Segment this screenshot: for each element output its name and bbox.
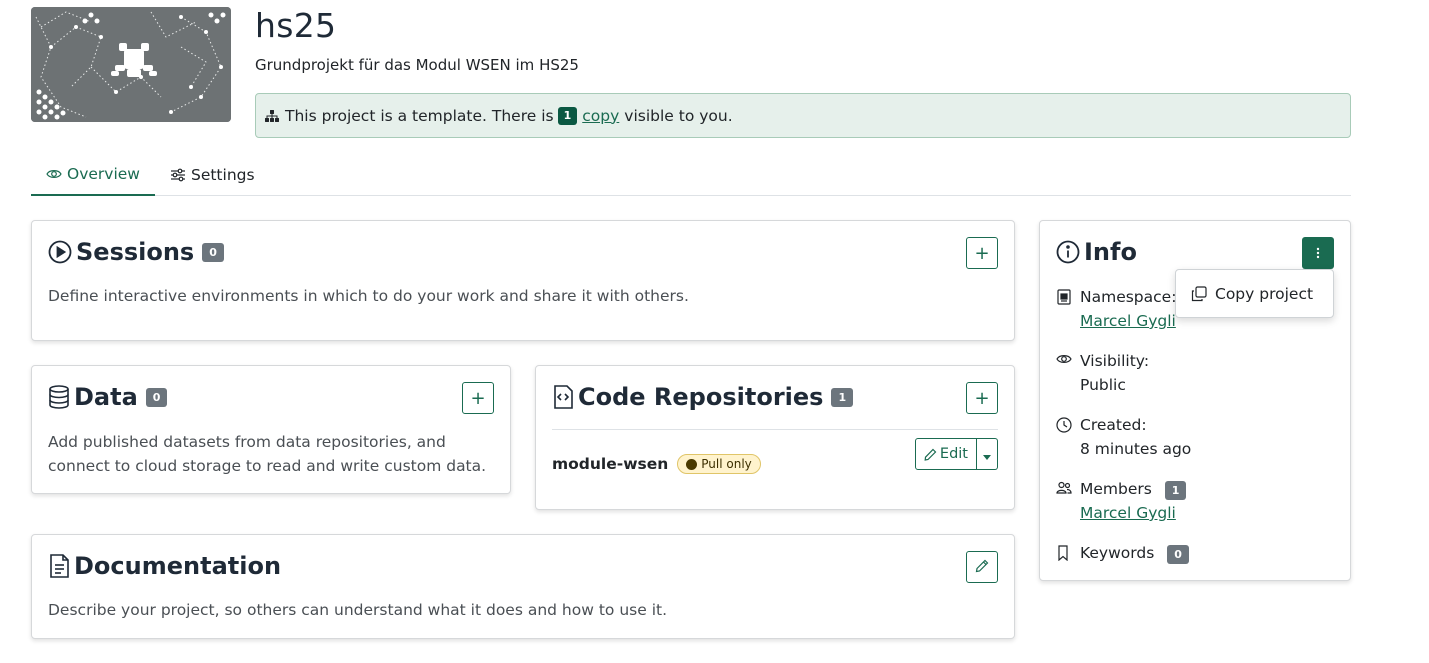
edit-documentation-button[interactable] bbox=[966, 551, 998, 583]
data-count-badge: 0 bbox=[145, 387, 168, 407]
kebab-vertical-icon bbox=[1316, 244, 1320, 263]
visibility-value: Public bbox=[1080, 376, 1126, 394]
eye-icon bbox=[1056, 349, 1072, 397]
copy-project-menu-item[interactable]: Copy project bbox=[1191, 285, 1313, 303]
sitemap-icon bbox=[265, 109, 279, 123]
created-value: 8 minutes ago bbox=[1080, 440, 1192, 458]
info-created: Created: 8 minutes ago bbox=[1056, 413, 1191, 461]
divider bbox=[552, 429, 998, 430]
code-repositories-count-badge: 1 bbox=[831, 387, 854, 407]
file-text-icon bbox=[48, 554, 70, 578]
tab-settings[interactable]: Settings bbox=[155, 153, 270, 196]
member-link[interactable]: Marcel Gygli bbox=[1080, 504, 1176, 522]
project-banner-image bbox=[31, 7, 231, 122]
created-label: Created: bbox=[1080, 416, 1147, 434]
info-keywords: Keywords 0 bbox=[1056, 541, 1189, 565]
data-header: Data 0 bbox=[48, 383, 168, 411]
clock-icon bbox=[1056, 413, 1072, 461]
eye-icon bbox=[46, 168, 62, 180]
template-alert-text-after: visible to you. bbox=[624, 106, 733, 125]
copy-project-label: Copy project bbox=[1215, 284, 1314, 303]
documentation-title: Documentation bbox=[74, 552, 282, 580]
sessions-title: Sessions bbox=[76, 238, 195, 266]
database-icon bbox=[48, 385, 70, 409]
code-repositories-header: Code Repositories 1 bbox=[552, 383, 854, 411]
members-label: Members bbox=[1080, 480, 1152, 498]
tab-settings-label: Settings bbox=[190, 165, 255, 184]
namespace-label: Namespace: bbox=[1080, 288, 1177, 306]
code-repositories-title: Code Repositories bbox=[578, 383, 824, 411]
documentation-header: Documentation bbox=[48, 552, 281, 580]
sessions-card: Sessions 0 + Define interactive environm… bbox=[31, 220, 1015, 341]
pencil-icon bbox=[924, 448, 937, 461]
sessions-description: Define interactive environments in which… bbox=[48, 287, 689, 305]
data-description: Add published datasets from data reposit… bbox=[48, 433, 487, 475]
bookmark-icon bbox=[1056, 541, 1072, 565]
code-repositories-card: Code Repositories 1 + module-wsen Pull o… bbox=[535, 365, 1015, 510]
edit-repository-button[interactable]: Edit bbox=[914, 438, 977, 470]
documentation-card: Documentation Describe your project, so … bbox=[31, 534, 1015, 639]
page-title: hs25 bbox=[255, 6, 337, 45]
repository-name: module-wsen bbox=[552, 455, 669, 473]
sessions-header: Sessions 0 bbox=[48, 238, 224, 266]
pull-only-label: Pull only bbox=[701, 457, 752, 471]
info-title: Info bbox=[1084, 238, 1137, 266]
caret-down-icon bbox=[983, 445, 991, 464]
info-circle-icon bbox=[1056, 240, 1080, 264]
info-members: Members 1 Marcel Gygli bbox=[1056, 477, 1187, 525]
project-tabs: Overview Settings bbox=[31, 153, 1351, 196]
visibility-label: Visibility: bbox=[1080, 352, 1150, 370]
tab-overview[interactable]: Overview bbox=[31, 153, 155, 196]
people-icon bbox=[1056, 477, 1072, 525]
template-alert: This project is a template. There is 1 c… bbox=[255, 93, 1351, 138]
file-code-icon bbox=[552, 385, 574, 409]
keywords-label: Keywords bbox=[1080, 544, 1155, 562]
status-dot-icon bbox=[686, 458, 698, 470]
play-circle-icon bbox=[48, 240, 72, 264]
copies-count-badge: 1 bbox=[557, 106, 578, 125]
tab-overview-label: Overview bbox=[67, 164, 140, 183]
project-description: Grundprojekt für das Modul WSEN im HS25 bbox=[255, 56, 579, 74]
info-visibility: Visibility: Public bbox=[1056, 349, 1149, 397]
add-session-button[interactable]: + bbox=[966, 237, 998, 269]
sliders-icon bbox=[170, 168, 186, 182]
data-title: Data bbox=[74, 383, 138, 411]
copies-link[interactable]: copy bbox=[582, 107, 619, 125]
pull-only-badge: Pull only bbox=[677, 454, 761, 474]
template-alert-text: This project is a template. There is bbox=[285, 106, 554, 125]
data-card: Data 0 + Add published datasets from dat… bbox=[31, 365, 511, 494]
keywords-count-badge: 0 bbox=[1167, 545, 1189, 564]
add-data-button[interactable]: + bbox=[462, 382, 494, 414]
repository-edit-group: Edit bbox=[914, 438, 998, 470]
members-count-badge: 1 bbox=[1164, 481, 1187, 500]
sessions-count-badge: 0 bbox=[202, 242, 224, 262]
list-item: module-wsen Pull only Edit bbox=[552, 438, 998, 474]
info-actions-menu-button[interactable] bbox=[1302, 237, 1334, 269]
edit-label: Edit bbox=[939, 446, 968, 462]
documentation-description: Describe your project, so others can und… bbox=[48, 601, 668, 619]
info-actions-dropdown: Copy project bbox=[1175, 269, 1334, 318]
copy-icon bbox=[1191, 285, 1207, 302]
edit-options-dropdown-toggle[interactable] bbox=[977, 438, 998, 470]
namespace-link[interactable]: Marcel Gygli bbox=[1080, 312, 1176, 330]
info-header: Info bbox=[1056, 238, 1137, 266]
pencil-icon bbox=[975, 557, 989, 578]
info-namespace: Namespace: Marcel Gygli bbox=[1056, 285, 1176, 333]
id-badge-icon bbox=[1056, 285, 1072, 333]
add-repository-button[interactable]: + bbox=[966, 382, 998, 414]
